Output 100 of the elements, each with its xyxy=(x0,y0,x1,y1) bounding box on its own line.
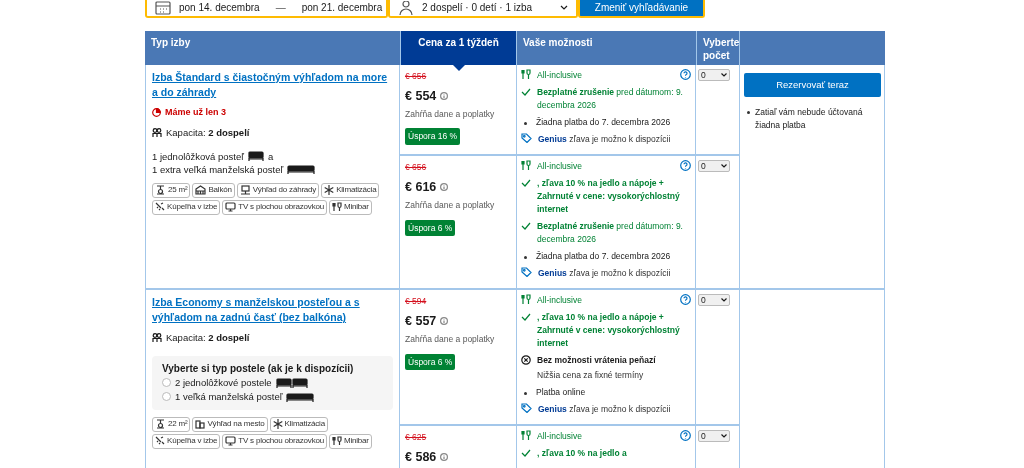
chevron-down-icon xyxy=(721,298,727,303)
savings-badge: Úspora 6 % xyxy=(405,219,456,237)
tag-icon xyxy=(521,403,532,414)
help-icon xyxy=(680,294,691,306)
genius-discount: Genius zľava je možno k dispozícii xyxy=(538,403,672,417)
tv-icon xyxy=(225,436,237,446)
checkmark-icon xyxy=(521,87,531,97)
balcony-icon xyxy=(195,185,207,196)
bed-choice-title: Vyberte si typ postele (ak je k dispozícii) xyxy=(162,361,355,376)
facility-tag: Kúpeľňa v izbe xyxy=(152,433,221,449)
info-icon xyxy=(440,317,449,326)
tag-icon xyxy=(521,267,532,278)
room-title[interactable]: Izba Štandard s čiastočným výhľadom na more a do záhrady xyxy=(152,70,393,100)
calendar-icon xyxy=(155,1,171,15)
scarcity-note: Máme už len 3 xyxy=(165,106,227,119)
genius-discount: Genius zľava je možno k dispozícii xyxy=(538,267,672,281)
tax-note: Zahŕňa dane a poplatky xyxy=(405,107,496,121)
resize-icon xyxy=(155,419,166,429)
guests-field[interactable]: 2 dospelí · 0 detí · 1 izba xyxy=(388,0,578,18)
column-header: Vyberte počet xyxy=(696,31,739,65)
person-icon xyxy=(398,1,414,15)
bullet-icon xyxy=(524,122,527,125)
facility-tag: Výhľad na mesto xyxy=(192,416,268,432)
payment-terms: Žiadna platba do 7. decembra 2026 xyxy=(536,250,672,264)
facility-tag: Klimatizácia xyxy=(321,182,380,198)
resize-icon xyxy=(155,185,166,196)
refund-policy: Bez možnosti vrátenia peňazí xyxy=(537,354,657,368)
quantity-select[interactable]: 0 xyxy=(698,69,730,81)
chevron-down-icon xyxy=(721,164,727,169)
quantity-select[interactable]: 0 xyxy=(698,160,730,173)
checkmark-icon xyxy=(521,178,531,189)
chevron-down-icon xyxy=(721,434,727,439)
payment-terms: Platba online xyxy=(536,386,587,400)
payment-note: Zatiaľ vám nebude účtovaná žiadna platba xyxy=(755,106,864,133)
single-bed-icon xyxy=(248,150,265,163)
radio-button[interactable] xyxy=(162,392,171,401)
fork-glass-icon xyxy=(521,160,531,172)
old-price: € 625 xyxy=(405,431,428,444)
perk-text: , zľava 10 % na jedlo a xyxy=(537,447,628,461)
bullet-icon xyxy=(524,256,527,260)
quantity-select[interactable]: 0 xyxy=(698,294,730,307)
meal-plan: All-inclusive xyxy=(537,430,583,444)
date-separator: — xyxy=(274,1,287,15)
capacity-text: Kapacita: 2 dospelí xyxy=(166,331,250,346)
check-out-date: pon 21. decembra xyxy=(301,1,383,15)
savings-badge: Úspora 6 % xyxy=(405,353,456,371)
radio-button[interactable] xyxy=(162,378,171,387)
checkmark-icon xyxy=(521,312,531,323)
checkmark-icon xyxy=(521,221,531,232)
facility-tag: Kúpeľňa v izbe xyxy=(152,199,221,215)
facility-tag: TV s plochou obrazovkou xyxy=(222,433,327,449)
shower-icon xyxy=(155,202,165,213)
facility-tag: 25 m² xyxy=(152,182,191,198)
perk-text: , zľava 10 % na jedlo a nápoje + Zahrnuté v cene: vysokorýchlostný internet xyxy=(537,311,681,351)
guests-summary: 2 dospelí · 0 detí · 1 izba xyxy=(422,1,534,15)
bullet-icon xyxy=(524,392,527,396)
facility-tag: Výhľad do záhrady xyxy=(236,182,320,198)
help-icon xyxy=(680,160,691,172)
shower-icon xyxy=(155,436,165,446)
fork-glass-icon xyxy=(331,202,342,213)
reserve-button[interactable]: Rezervovať teraz xyxy=(744,73,881,98)
fork-glass-icon xyxy=(331,436,342,446)
facility-tag: TV s plochou obrazovkou xyxy=(222,199,327,215)
double-bed-icon xyxy=(287,163,316,176)
chevron-down-icon xyxy=(721,73,727,77)
info-icon xyxy=(440,183,449,192)
people-icon xyxy=(152,333,162,344)
building-icon xyxy=(195,419,206,429)
snowflake-icon xyxy=(272,419,283,429)
cancellation-policy: Bezplatné zrušenie pred dátumom: 9. decembra 2026 xyxy=(537,220,684,247)
facility-tag: Balkón xyxy=(192,182,235,198)
people-icon xyxy=(152,127,162,138)
snowflake-icon xyxy=(324,185,335,196)
refund-note: Nižšia cena za fixné termíny xyxy=(537,369,645,383)
payment-terms: Žiadna platba do 7. decembra 2026 xyxy=(536,116,672,129)
price: € 616 xyxy=(405,179,437,196)
perk-text: , zľava 10 % na jedlo a nápoje + Zahrnuté v cene: vysokorýchlostný internet xyxy=(537,177,681,217)
old-price: € 656 xyxy=(405,70,428,83)
facility-tag: 22 m² xyxy=(152,416,191,432)
cancellation-policy: Bezplatné zrušenie pred dátumom: 9. decembra 2026 xyxy=(537,86,684,112)
genius-discount: Genius zľava je možno k dispozícii xyxy=(538,133,672,146)
bed-option-label: 2 jednolôžkové postele xyxy=(175,375,272,390)
price: € 554 xyxy=(405,87,437,105)
help-icon xyxy=(680,69,691,80)
tax-note: Zahŕňa dane a poplatky xyxy=(405,332,496,346)
column-header: Typ izby xyxy=(145,31,400,65)
meal-plan: All-inclusive xyxy=(537,294,583,308)
no-refund-icon xyxy=(521,355,531,366)
meal-plan: All-inclusive xyxy=(537,69,583,82)
search-button[interactable]: Zmeniť vyhľadávanie xyxy=(578,0,705,18)
bed-description: 1 extra veľká manželská posteľ xyxy=(152,162,284,176)
meal-plan: All-inclusive xyxy=(537,160,583,174)
savings-badge: Úspora 16 % xyxy=(405,128,461,145)
room-title[interactable]: Izba Economy s manželskou posteľou a s výhľadom na zadnú časť (bez balkóna) xyxy=(152,295,393,326)
checkmark-icon xyxy=(521,448,531,459)
pointer-icon xyxy=(452,65,465,71)
bed-description: 1 jednolôžková posteľ xyxy=(152,149,245,163)
tag-icon xyxy=(521,133,532,143)
quantity-select[interactable]: 0 xyxy=(698,430,730,443)
date-field[interactable]: pon 14. decembra — pon 21. decembra xyxy=(145,0,388,18)
